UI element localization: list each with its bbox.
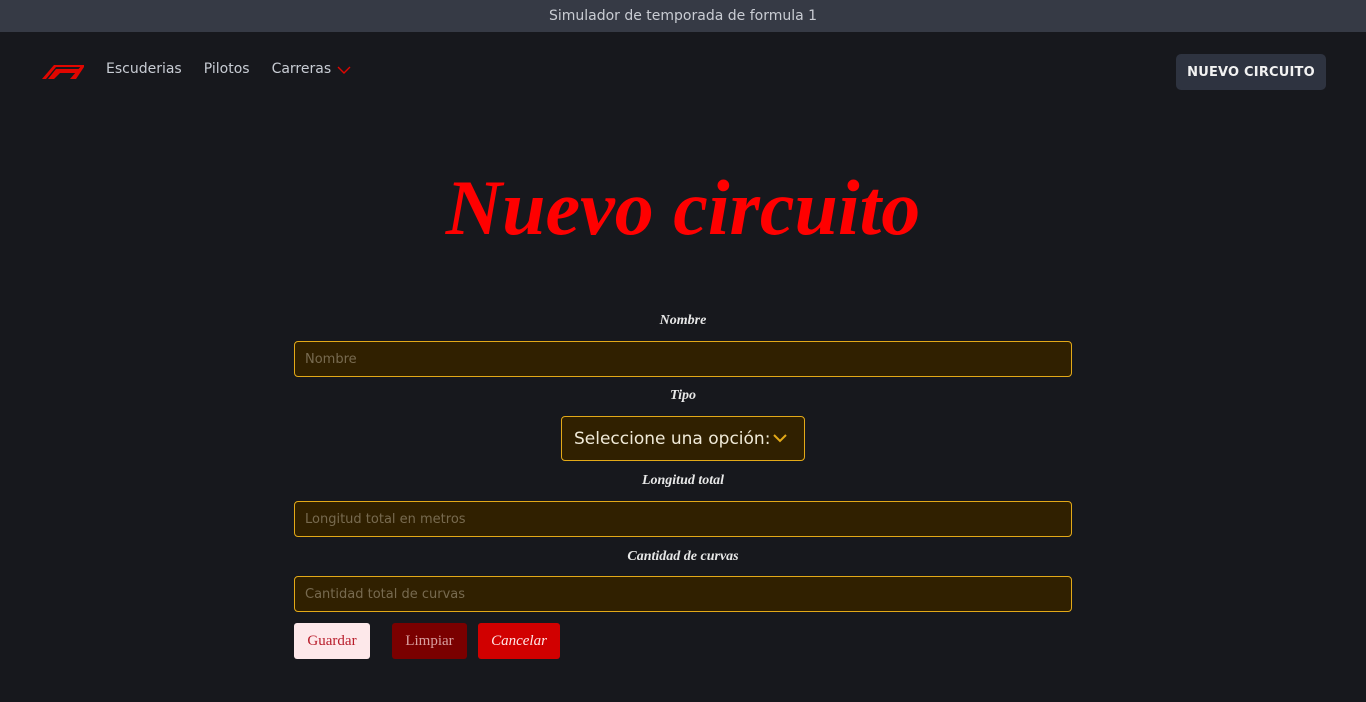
chevron-down-icon (773, 434, 787, 443)
window-title: Simulador de temporada de formula 1 (548, 8, 818, 24)
nav-dropdown-carreras[interactable]: Carreras (272, 61, 352, 77)
nav-link-escuderias[interactable]: Escuderias (106, 61, 182, 77)
f1-logo-icon[interactable] (40, 63, 84, 79)
window-titlebar: Simulador de temporada de formula 1 (0, 0, 1366, 32)
cancel-button[interactable]: Cancelar (478, 623, 560, 659)
page-title: Nuevo circuito (445, 164, 921, 251)
curvas-input[interactable] (294, 576, 1072, 612)
tipo-label: Tipo (670, 388, 696, 403)
tipo-select-value: Seleccione una opción: (574, 428, 771, 449)
top-navbar: Escuderias Pilotos Carreras NUEVO CIRCUI… (0, 32, 1366, 110)
tipo-select[interactable]: Seleccione una opción: (561, 416, 805, 461)
nombre-input[interactable] (294, 341, 1072, 377)
chevron-down-icon (337, 66, 351, 74)
longitud-input[interactable] (294, 501, 1072, 537)
longitud-label: Longitud total (641, 473, 725, 488)
nombre-label: Nombre (659, 313, 707, 328)
nav-dropdown-label: Carreras (271, 61, 332, 77)
nav-link-pilotos[interactable]: Pilotos (204, 61, 250, 77)
new-circuit-button[interactable]: NUEVO CIRCUITO (1176, 54, 1326, 90)
nav-links: Escuderias Pilotos Carreras (106, 61, 351, 77)
save-button[interactable]: Guardar (294, 623, 370, 659)
clear-button[interactable]: Limpiar (392, 623, 467, 659)
curvas-label: Cantidad de curvas (627, 549, 739, 564)
